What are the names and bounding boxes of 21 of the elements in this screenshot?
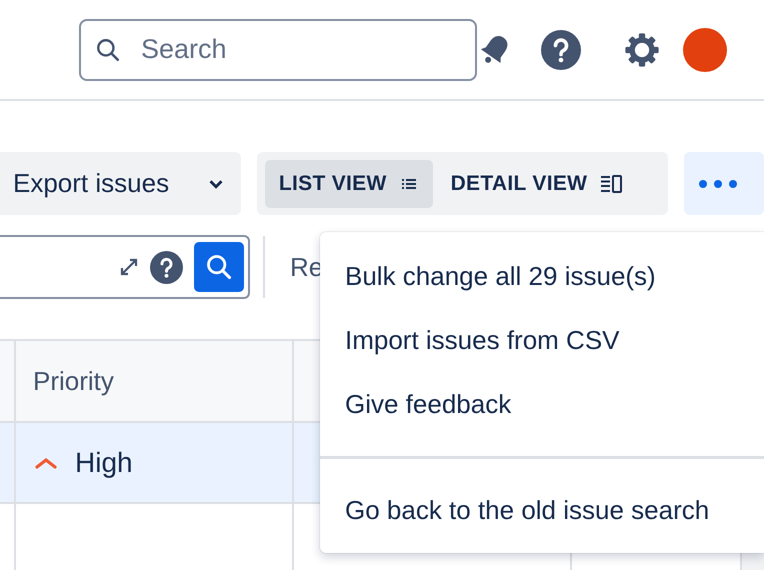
- column-header[interactable]: Priority: [16, 341, 294, 421]
- search-icon: [205, 253, 233, 281]
- menu-item[interactable]: Go back to the old issue search: [320, 478, 764, 542]
- search-icon: [95, 36, 121, 62]
- query-field[interactable]: [0, 235, 250, 299]
- avatar[interactable]: [683, 28, 727, 72]
- view-tab[interactable]: LIST VIEW: [264, 160, 433, 208]
- menu-item[interactable]: Bulk change all 29 issue(s): [320, 244, 764, 308]
- settings-icon[interactable]: [623, 30, 661, 68]
- help-icon[interactable]: [150, 250, 183, 284]
- more-icon: [698, 178, 738, 188]
- priority-high-icon: [33, 456, 59, 470]
- priority-text: High: [75, 446, 133, 478]
- export-issues-button[interactable]: Export issues: [0, 152, 241, 215]
- search-field[interactable]: Search: [79, 18, 477, 80]
- more-button[interactable]: [684, 152, 764, 215]
- search-button[interactable]: [194, 242, 244, 292]
- help-icon[interactable]: [541, 30, 581, 70]
- view-tab[interactable]: DETAIL VIEW: [436, 160, 638, 208]
- menu-item[interactable]: Import issues from CSV: [320, 308, 764, 372]
- menu-item[interactable]: Give feedback: [320, 372, 764, 436]
